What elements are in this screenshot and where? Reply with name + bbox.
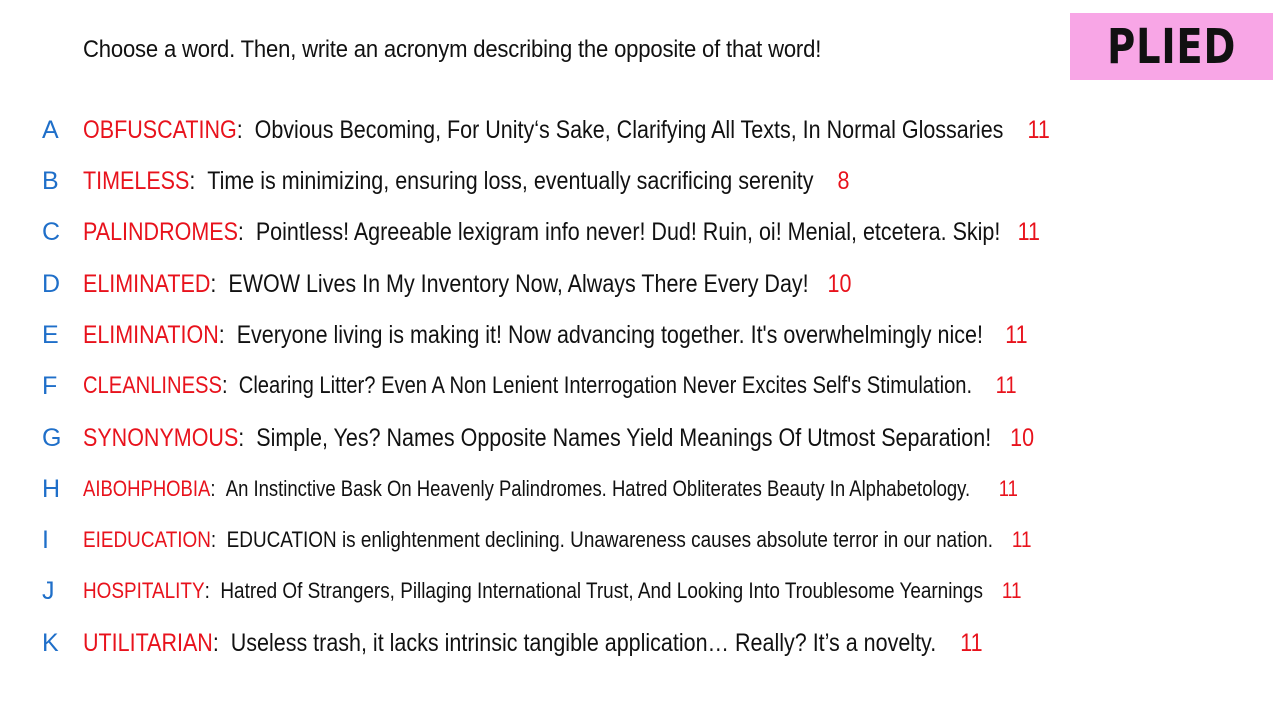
entry-word: EIEDUCATION (83, 527, 211, 552)
entry-score: 11 (998, 476, 1018, 501)
entry-line: AIBOHPHOBIA: An Instinctive Bask On Heav… (83, 476, 1018, 502)
entry-letter: K (42, 628, 59, 657)
entry-letter: G (42, 423, 62, 452)
entry-colon: : (210, 527, 227, 552)
entry-colon: : (218, 320, 237, 349)
entry-line: OBFUSCATING: Obvious Becoming, For Unity… (83, 116, 1050, 145)
entry-line: ELIMINATION: Everyone living is making i… (83, 321, 1028, 350)
entry-letter: A (42, 115, 59, 144)
entry-score: 11 (1011, 527, 1032, 552)
entry-acronym: Obvious Becoming, For Unity‘s Sake, Clar… (254, 115, 1004, 144)
entry-word: OBFUSCATING (83, 115, 237, 144)
entry-letter: B (42, 166, 59, 195)
entry-acronym: Time is minimizing, ensuring loss, event… (207, 166, 814, 195)
entry-colon: : (210, 476, 226, 501)
entry-colon: : (238, 423, 257, 452)
entry-letter: C (42, 217, 61, 246)
entry-letter: F (42, 371, 58, 400)
entry-line: SYNONYMOUS: Simple, Yes? Names Opposite … (83, 424, 1034, 453)
entry-letter: E (42, 320, 59, 349)
entry-acronym: Clearing Litter? Even A Non Lenient Inte… (238, 372, 973, 399)
entry-line: HOSPITALITY: Hatred Of Strangers, Pillag… (83, 578, 1021, 604)
entry-colon: : (189, 166, 208, 195)
entry-line: UTILITARIAN: Useless trash, it lacks int… (83, 629, 983, 658)
entry-acronym: EDUCATION is enlightenment declining. Un… (226, 527, 993, 552)
entry-acronym: Useless trash, it lacks intrinsic tangib… (230, 628, 937, 657)
entry-word: AIBOHPHOBIA (83, 476, 211, 501)
entry-colon: : (212, 628, 231, 657)
entry-line: CLEANLINESS: Clearing Litter? Even A Non… (83, 372, 1017, 400)
entry-colon: : (237, 217, 256, 246)
entry-word: ELIMINATED (83, 269, 211, 298)
entry-colon: : (221, 372, 239, 399)
entry-line: EIEDUCATION: EDUCATION is enlightenment … (83, 527, 1032, 553)
badge-text: PLIED (1106, 18, 1236, 75)
entry-score: 11 (1017, 217, 1040, 246)
entry-line: PALINDROMES: Pointless! Agreeable lexigr… (83, 218, 1040, 247)
entry-acronym: Everyone living is making it! Now advanc… (236, 320, 983, 349)
entry-score: 10 (1010, 423, 1035, 452)
entry-word: PALINDROMES (83, 217, 238, 246)
entry-acronym: Simple, Yes? Names Opposite Names Yield … (256, 423, 992, 452)
entry-acronym: Hatred Of Strangers, Pillaging Internati… (220, 578, 983, 603)
entry-letter: H (42, 474, 61, 503)
entry-acronym: EWOW Lives In My Inventory Now, Always T… (228, 269, 809, 298)
entry-word: CLEANLINESS (83, 372, 222, 399)
entry-colon: : (236, 115, 255, 144)
entry-score: 11 (995, 372, 1017, 399)
entry-line: TIMELESS: Time is minimizing, ensuring l… (83, 167, 850, 196)
entry-colon: : (204, 578, 221, 603)
entry-score: 11 (1027, 115, 1050, 144)
entry-score: 11 (1005, 320, 1028, 349)
entry-score: 11 (960, 628, 983, 657)
entry-letter: J (42, 576, 55, 605)
entry-letter: I (42, 525, 49, 554)
entry-letter: D (42, 269, 61, 298)
word-badge: PLIED (1070, 13, 1273, 80)
prompt-text: Choose a word. Then, write an acronym de… (83, 36, 822, 63)
entry-score: 11 (1001, 578, 1022, 603)
entry-score: 10 (827, 269, 852, 298)
entry-word: SYNONYMOUS (83, 423, 239, 452)
entry-acronym: Pointless! Agreeable lexigram info never… (255, 217, 1001, 246)
entry-acronym: An Instinctive Bask On Heavenly Palindro… (225, 476, 971, 501)
entry-line: ELIMINATED: EWOW Lives In My Inventory N… (83, 270, 851, 299)
entry-score: 8 (837, 166, 850, 195)
entry-word: UTILITARIAN (83, 628, 213, 657)
entry-word: TIMELESS (83, 166, 190, 195)
entry-colon: : (210, 269, 229, 298)
entry-word: ELIMINATION (83, 320, 219, 349)
entry-word: HOSPITALITY (83, 578, 205, 603)
